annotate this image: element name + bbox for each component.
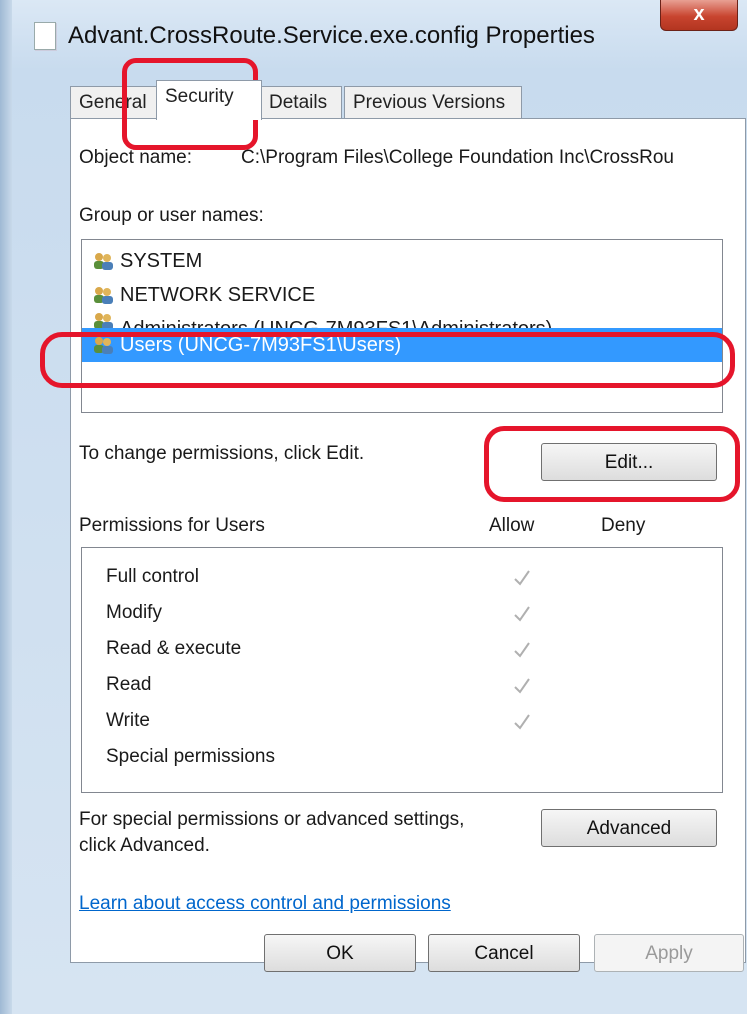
edit-button[interactable]: Edit...	[541, 443, 717, 481]
permission-row: Special permissions	[106, 740, 275, 774]
close-button[interactable]: x	[660, 0, 738, 31]
permission-label: Write	[106, 710, 150, 731]
close-icon: x	[693, 3, 705, 25]
list-item-selected[interactable]: Users (UNCG-7M93FS1\Users)	[82, 328, 722, 362]
checkmark-icon	[514, 678, 530, 694]
tab-strip: General Security Details Previous Versio…	[70, 80, 747, 120]
security-panel: Object name: C:\Program Files\College Fo…	[70, 118, 746, 963]
permissions-title: Permissions for Users	[79, 515, 265, 536]
object-name-value: C:\Program Files\College Foundation Inc\…	[241, 147, 674, 168]
checkmark-icon	[514, 642, 530, 658]
apply-button[interactable]: Apply	[594, 934, 744, 972]
user-group-icon	[94, 337, 113, 354]
permission-row: Full control	[106, 560, 199, 594]
user-list[interactable]: SYSTEM NETWORK SERVICE Administrators (U…	[81, 239, 723, 413]
file-icon	[34, 22, 56, 50]
tab-previous-versions[interactable]: Previous Versions	[344, 86, 522, 118]
list-item[interactable]: SYSTEM	[82, 244, 722, 278]
user-group-icon	[94, 313, 113, 328]
group-user-names-label: Group or user names:	[79, 205, 264, 226]
window-title: Advant.CrossRoute.Service.exe.config Pro…	[68, 22, 595, 49]
advanced-text-line-1: For special permissions or advanced sett…	[79, 809, 465, 830]
tab-general[interactable]: General	[70, 86, 158, 118]
checkmark-icon	[514, 714, 530, 730]
title-bar[interactable]: Advant.CrossRoute.Service.exe.config Pro…	[12, 0, 747, 72]
advanced-description: For special permissions or advanced sett…	[79, 807, 519, 859]
deny-header: Deny	[601, 515, 646, 536]
cancel-button[interactable]: Cancel	[428, 934, 580, 972]
permission-row: Read & execute	[106, 632, 241, 666]
allow-header: Allow	[489, 515, 535, 536]
permission-label: Read & execute	[106, 638, 242, 659]
advanced-button[interactable]: Advanced	[541, 809, 717, 847]
learn-more-link[interactable]: Learn about access control and permissio…	[79, 893, 451, 915]
properties-dialog: Advant.CrossRoute.Service.exe.config Pro…	[12, 0, 747, 1014]
checkmark-icon	[514, 570, 530, 586]
list-item[interactable]: Administrators (UNCG-7M93FS1\Administrat…	[82, 306, 722, 328]
permissions-list: Full control Modify Read & execute Read …	[81, 547, 723, 793]
change-permissions-text: To change permissions, click Edit.	[79, 443, 365, 464]
user-label: Users (UNCG-7M93FS1\Users)	[120, 334, 402, 356]
ok-button[interactable]: OK	[264, 934, 416, 972]
permission-row: Read	[106, 668, 151, 702]
user-label: Administrators (UNCG-7M93FS1\Administrat…	[120, 312, 552, 328]
tab-details[interactable]: Details	[260, 86, 342, 118]
object-name-label: Object name:	[79, 147, 192, 168]
checkmark-icon	[514, 606, 530, 622]
permission-row: Modify	[106, 596, 162, 630]
permission-row: Write	[106, 704, 150, 738]
user-group-icon	[94, 253, 113, 270]
permission-label: Full control	[106, 566, 199, 587]
user-label: SYSTEM	[120, 250, 203, 272]
tab-security[interactable]: Security	[156, 80, 262, 120]
user-group-icon	[94, 287, 113, 304]
permission-label: Modify	[106, 602, 162, 623]
advanced-text-line-2: click Advanced.	[79, 835, 210, 856]
permission-label: Read	[106, 674, 152, 695]
permission-label: Special permissions	[106, 746, 275, 767]
background-window-edge	[0, 0, 12, 1014]
